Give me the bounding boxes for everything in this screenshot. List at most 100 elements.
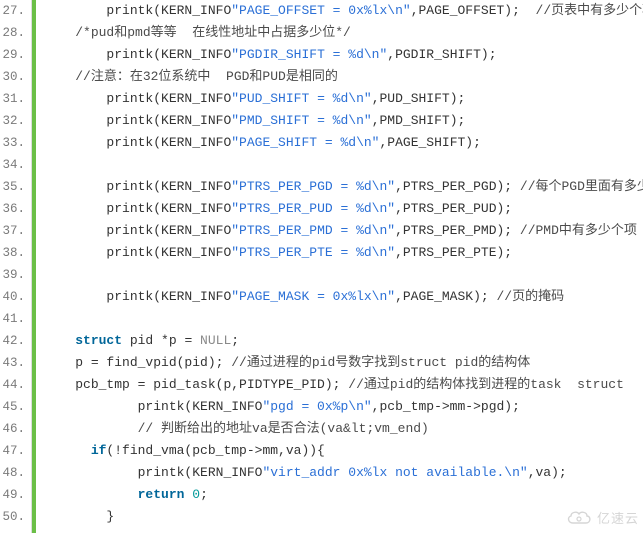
line-number: 32 — [0, 110, 27, 132]
code-token: NULL — [200, 333, 231, 348]
line-number: 31 — [0, 88, 27, 110]
code-line: pcb_tmp = pid_task(p,PIDTYPE_PID); //通过p… — [44, 374, 643, 396]
code-token: printk(KERN_INFO — [106, 135, 231, 150]
code-token: printk(KERN_INFO — [106, 245, 231, 260]
code-line: printk(KERN_INFO"PGDIR_SHIFT = %d\n",PGD… — [44, 44, 643, 66]
code-token: ,PGDIR_SHIFT); — [387, 47, 496, 62]
line-number: 36 — [0, 198, 27, 220]
code-token: //页的掩码 — [497, 289, 565, 304]
code-token: //每个PGD里面有多少 — [520, 179, 643, 194]
code-token: printk(KERN_INFO — [106, 47, 231, 62]
code-viewer: 2728293031323334353637383940414243444546… — [0, 0, 643, 533]
code-token: //PMD中有多少个项 — [520, 223, 637, 238]
code-area: printk(KERN_INFO"PAGE_OFFSET = 0x%lx\n",… — [32, 0, 643, 533]
line-number: 27 — [0, 0, 27, 22]
code-token: "PTRS_PER_PTE = %d\n" — [231, 245, 395, 260]
code-line: printk(KERN_INFO"PAGE_OFFSET = 0x%lx\n",… — [44, 0, 643, 22]
line-number: 47 — [0, 440, 27, 462]
line-number: 45 — [0, 396, 27, 418]
code-line: printk(KERN_INFO"virt_addr 0x%lx not ava… — [44, 462, 643, 484]
code-token: ; — [231, 333, 239, 348]
code-token: "PAGE_SHIFT = %d\n" — [231, 135, 379, 150]
code-line — [44, 308, 643, 330]
code-token: printk(KERN_INFO — [106, 223, 231, 238]
code-token: p = find_vpid(pid); — [75, 355, 231, 370]
line-number: 48 — [0, 462, 27, 484]
line-number: 34 — [0, 154, 27, 176]
code-token: //通过进程的pid号数字找到struct pid的结构体 — [231, 355, 530, 370]
code-line: struct pid *p = NULL; — [44, 330, 643, 352]
code-token: ,PTRS_PER_PGD); — [395, 179, 520, 194]
line-number: 39 — [0, 264, 27, 286]
line-number: 40 — [0, 286, 27, 308]
line-number: 43 — [0, 352, 27, 374]
code-token: /*pud和pmd等等 在线性地址中占据多少位*/ — [75, 25, 351, 40]
code-line — [44, 154, 643, 176]
line-number-gutter: 2728293031323334353637383940414243444546… — [0, 0, 32, 533]
code-line: printk(KERN_INFO"PTRS_PER_PMD = %d\n",PT… — [44, 220, 643, 242]
code-line: //注意：在32位系统中 PGD和PUD是相同的 — [44, 66, 643, 88]
code-token: //通过pid的结构体找到进程的task struct — [348, 377, 624, 392]
code-token: "PGDIR_SHIFT = %d\n" — [231, 47, 387, 62]
code-token: printk(KERN_INFO — [138, 399, 263, 414]
code-line: p = find_vpid(pid); //通过进程的pid号数字找到struc… — [44, 352, 643, 374]
line-number: 41 — [0, 308, 27, 330]
code-token: printk(KERN_INFO — [106, 113, 231, 128]
code-token: "PTRS_PER_PGD = %d\n" — [231, 179, 395, 194]
code-token: printk(KERN_INFO — [106, 91, 231, 106]
code-token: ,PTRS_PER_PMD); — [395, 223, 520, 238]
code-token: printk(KERN_INFO — [106, 201, 231, 216]
code-token: // 判断给出的地址va是否合法(va&lt;vm_end) — [138, 421, 429, 436]
code-token: "PTRS_PER_PMD = %d\n" — [231, 223, 395, 238]
code-token: "PAGE_MASK = 0x%lx\n" — [231, 289, 395, 304]
code-token: "pgd = 0x%p\n" — [262, 399, 371, 414]
code-token: return — [138, 487, 185, 502]
code-line: printk(KERN_INFO"PUD_SHIFT = %d\n",PUD_S… — [44, 88, 643, 110]
code-line — [44, 264, 643, 286]
line-number: 42 — [0, 330, 27, 352]
line-number: 50 — [0, 506, 27, 528]
line-number: 49 — [0, 484, 27, 506]
line-number: 37 — [0, 220, 27, 242]
code-token: } — [106, 509, 114, 524]
line-number: 29 — [0, 44, 27, 66]
code-token: ,PMD_SHIFT); — [372, 113, 466, 128]
code-token: //注意：在32位系统中 PGD和PUD是相同的 — [75, 69, 338, 84]
code-token: ,PUD_SHIFT); — [372, 91, 466, 106]
code-token: ,PAGE_OFFSET); — [411, 3, 536, 18]
code-line: } — [44, 506, 643, 528]
code-line: if(!find_vma(pcb_tmp->mm,va)){ — [44, 440, 643, 462]
code-token: "PTRS_PER_PUD = %d\n" — [231, 201, 395, 216]
code-token: ,PAGE_MASK); — [395, 289, 496, 304]
code-token: (!find_vma(pcb_tmp->mm,va)){ — [106, 443, 324, 458]
code-token: ,pcb_tmp->mm->pgd); — [372, 399, 520, 414]
code-line: printk(KERN_INFO"PTRS_PER_PUD = %d\n",PT… — [44, 198, 643, 220]
code-token: ,PAGE_SHIFT); — [379, 135, 480, 150]
code-token: if — [91, 443, 107, 458]
code-token: printk(KERN_INFO — [138, 465, 263, 480]
code-token: //页表中有多少个项 — [536, 3, 643, 18]
code-line: printk(KERN_INFO"PTRS_PER_PGD = %d\n",PT… — [44, 176, 643, 198]
code-line: printk(KERN_INFO"pgd = 0x%p\n",pcb_tmp->… — [44, 396, 643, 418]
code-token: "virt_addr 0x%lx not available.\n" — [262, 465, 527, 480]
code-line: /*pud和pmd等等 在线性地址中占据多少位*/ — [44, 22, 643, 44]
code-line: printk(KERN_INFO"PMD_SHIFT = %d\n",PMD_S… — [44, 110, 643, 132]
line-number: 46 — [0, 418, 27, 440]
code-token: "PMD_SHIFT = %d\n" — [231, 113, 371, 128]
line-number: 28 — [0, 22, 27, 44]
code-token: printk(KERN_INFO — [106, 289, 231, 304]
code-line: // 判断给出的地址va是否合法(va&lt;vm_end) — [44, 418, 643, 440]
code-line: printk(KERN_INFO"PTRS_PER_PTE = %d\n",PT… — [44, 242, 643, 264]
code-token: ,PTRS_PER_PTE); — [395, 245, 512, 260]
code-line: return 0; — [44, 484, 643, 506]
code-token: printk(KERN_INFO — [106, 179, 231, 194]
code-token: printk(KERN_INFO — [106, 3, 231, 18]
code-line: printk(KERN_INFO"PAGE_SHIFT = %d\n",PAGE… — [44, 132, 643, 154]
code-token: ; — [200, 487, 208, 502]
code-token: pcb_tmp = pid_task(p,PIDTYPE_PID); — [75, 377, 348, 392]
code-token: struct — [75, 333, 122, 348]
code-token: "PUD_SHIFT = %d\n" — [231, 91, 371, 106]
code-line: printk(KERN_INFO"PAGE_MASK = 0x%lx\n",PA… — [44, 286, 643, 308]
line-number: 44 — [0, 374, 27, 396]
line-number: 35 — [0, 176, 27, 198]
